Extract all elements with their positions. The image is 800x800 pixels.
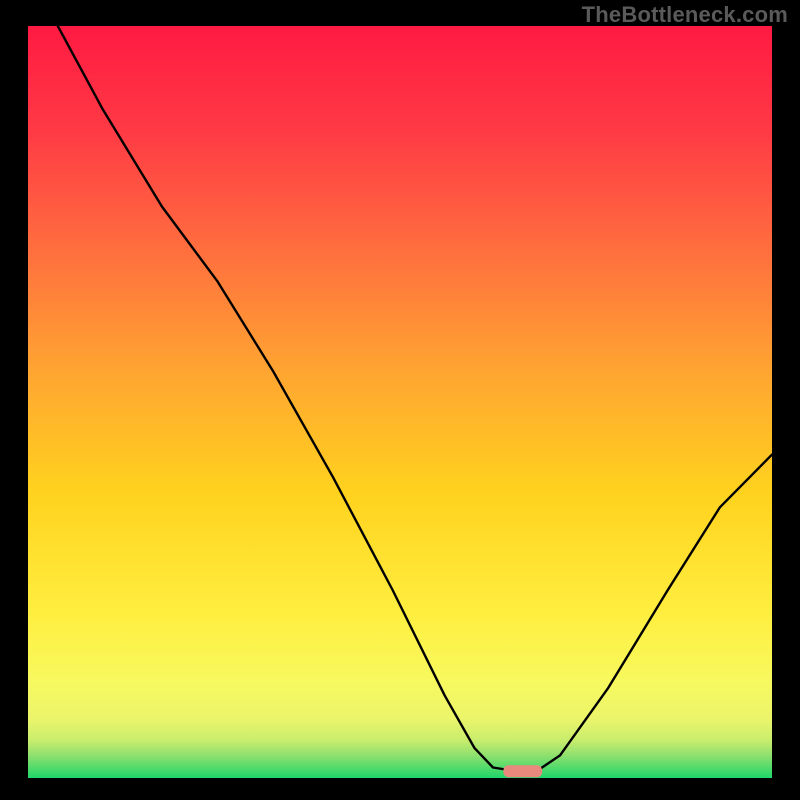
plot-area bbox=[28, 26, 772, 778]
gradient-background bbox=[28, 26, 772, 778]
chart-svg bbox=[28, 26, 772, 778]
trough-marker bbox=[503, 765, 542, 777]
chart-frame: TheBottleneck.com bbox=[0, 0, 800, 800]
watermark-text: TheBottleneck.com bbox=[582, 2, 788, 28]
